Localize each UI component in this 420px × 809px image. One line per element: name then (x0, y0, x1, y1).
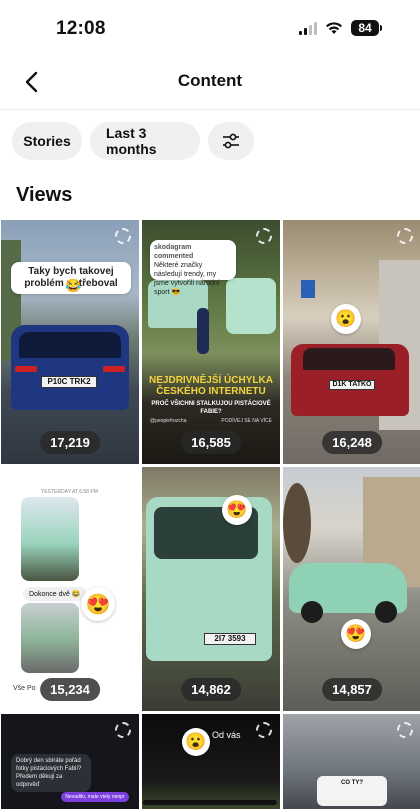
story-tile[interactable]: D1K TATKO 😮 16,248 (283, 220, 420, 464)
story-ring-icon (256, 722, 272, 738)
status-time: 12:08 (56, 18, 106, 39)
dm-reply: Nevadilo, mate vtely nenpr (61, 792, 129, 802)
license-plate: 2I7 3593 (204, 633, 256, 645)
story-caption: Od vás (212, 730, 241, 740)
car-image (226, 278, 276, 334)
views-count: 15,234 (40, 678, 100, 701)
story-footer-left: @peoplefrozcha (150, 418, 187, 424)
story-tile[interactable]: CO TY? (283, 714, 420, 809)
views-count: 16,585 (181, 431, 241, 454)
story-tile[interactable]: 😮 Od vás (142, 714, 280, 809)
story-ring-icon (115, 722, 131, 738)
emoji-reaction: 😍 (81, 587, 115, 621)
license-plate: D1K TATKO (329, 380, 375, 390)
status-bar: 12:08 84 (0, 0, 420, 60)
emoji-reaction: 😮 (331, 304, 361, 334)
views-count: 16,248 (322, 431, 382, 454)
story-ring-icon (397, 228, 413, 244)
chat-photo (21, 497, 79, 581)
comment-text: Některé značky následují trendy, my jsme… (154, 262, 220, 296)
comment-sticker: skodagram commented Některé značky násle… (150, 240, 236, 296)
person-image (197, 308, 209, 354)
comment-account: skodagram commented (154, 244, 194, 260)
parking-sign (301, 280, 315, 298)
emoji-reaction: 😍 (222, 495, 252, 525)
story-caption: CO TY? (317, 776, 387, 806)
home-indicator (143, 800, 277, 805)
views-count: 17,219 (40, 431, 100, 454)
emoji-sticker: 😂 (65, 278, 82, 293)
story-ring-icon (397, 722, 413, 738)
battery-icon: 84 (351, 20, 382, 36)
story-tile[interactable]: skodagram commented Některé značky násle… (142, 220, 280, 464)
story-tile[interactable]: YESTERDAY AT 6:58 PM Dokonce dvě 😂 Vše P… (1, 467, 139, 711)
story-ring-icon (115, 228, 131, 244)
emoji-reaction: 😮 (182, 728, 210, 756)
dm-message: Dobrý den sbíráte pořád fotky pistáciový… (11, 754, 91, 792)
chat-photo (21, 603, 79, 673)
filter-bar: Stories Last 3 months (12, 122, 254, 160)
sliders-icon (223, 133, 239, 149)
date-range-filter[interactable]: Last 3 months (90, 122, 200, 160)
battery-level: 84 (351, 20, 379, 36)
story-subline: PROČ VŠICHNI STALKUJOU PISTÁCIOVÉ FABIE? (151, 401, 271, 415)
story-tile[interactable]: P10C TRK2 Taky bych takovej problém potř… (1, 220, 139, 464)
story-tile[interactable]: 2I7 3593 😍 14,862 (142, 467, 280, 711)
story-tile[interactable]: Dobrý den sbíráte pořád fotky pistáciový… (1, 714, 139, 809)
chat-message: Dokonce dvě 😂 (23, 587, 87, 601)
license-plate: P10C TRK2 (41, 376, 97, 388)
views-count: 14,862 (181, 678, 241, 701)
emoji-reaction: 😍 (341, 619, 371, 649)
story-footer-right: PODÍVEJ SE NA VÍCE (221, 418, 272, 424)
filter-settings-button[interactable] (208, 122, 254, 160)
page-title: Content (177, 71, 243, 90)
header-divider (0, 109, 420, 110)
content-type-filter[interactable]: Stories (12, 122, 82, 160)
wifi-icon (326, 22, 342, 34)
section-title: Views (16, 184, 73, 206)
chat-timestamp: YESTERDAY AT 6:58 PM (41, 489, 98, 495)
views-count: 14,857 (322, 678, 382, 701)
status-icons: 84 (299, 20, 382, 36)
story-tile[interactable]: 😍 14,857 (283, 467, 420, 711)
nav-header: Content (0, 56, 420, 108)
cellular-signal-icon (299, 21, 317, 35)
stories-grid: P10C TRK2 Taky bych takovej problém potř… (0, 220, 420, 809)
story-headline: NEJDRIVNĚJŠÍ ÚCHYLKA ČESKÉHO INTERNETU (149, 375, 273, 397)
story-ring-icon (256, 228, 272, 244)
chat-reply: Vše Po (13, 685, 36, 692)
